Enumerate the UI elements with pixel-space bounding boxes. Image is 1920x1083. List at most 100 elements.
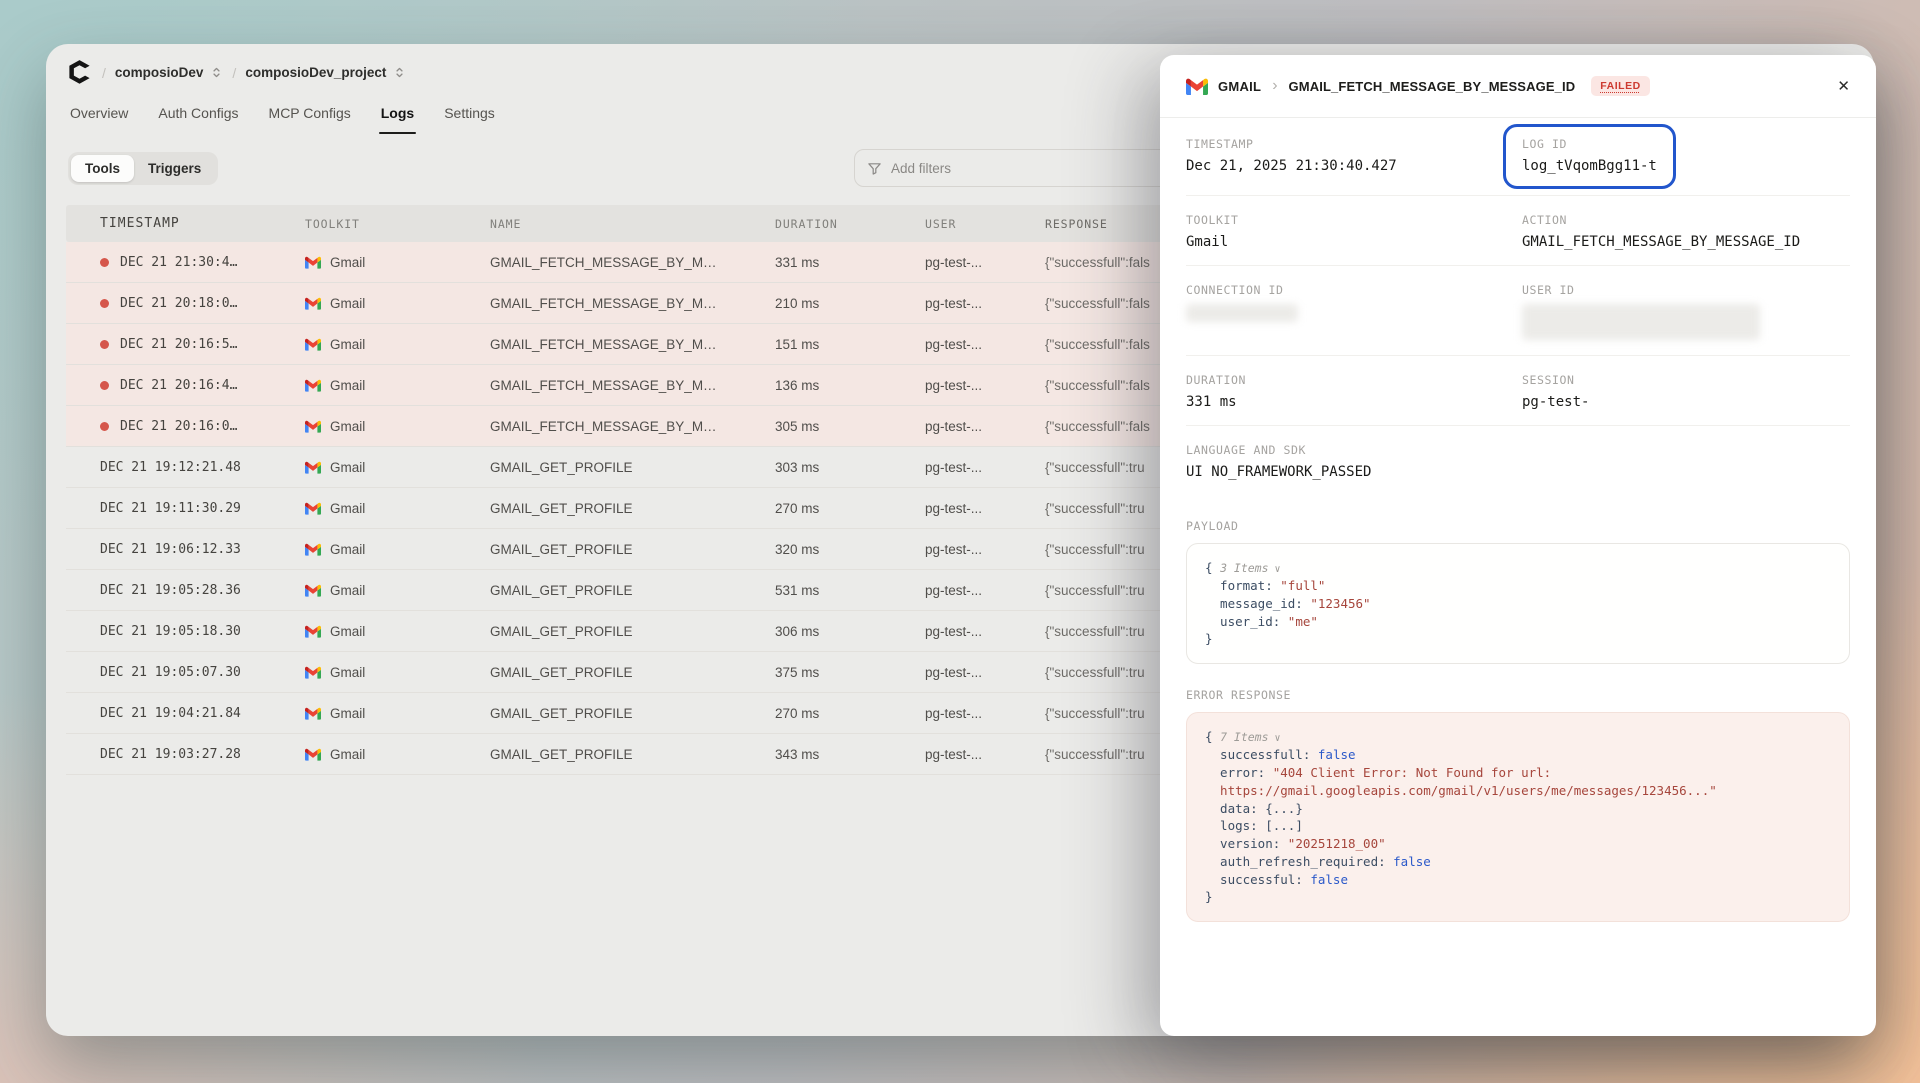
- field-value: log_tVqomBgg11-t: [1522, 158, 1657, 174]
- gmail-icon: [305, 707, 321, 720]
- code-line: }: [1205, 888, 1831, 906]
- chevron-updown-icon: [393, 66, 406, 79]
- column-header-name[interactable]: NAME: [490, 217, 775, 231]
- gmail-icon: [305, 379, 321, 392]
- cell-timestamp: DEC 21 19:04:21.84: [66, 706, 305, 721]
- cell-duration: 303 ms: [775, 460, 925, 475]
- cell-user: pg-test-...: [925, 624, 1045, 639]
- breadcrumb-separator: /: [232, 65, 236, 81]
- cell-toolkit: Gmail: [305, 624, 490, 639]
- field-label: LOG ID: [1522, 137, 1657, 151]
- gmail-icon: [305, 420, 321, 433]
- gmail-icon: [305, 748, 321, 761]
- cell-user: pg-test-...: [925, 665, 1045, 680]
- gmail-icon: [305, 543, 321, 556]
- field-value: GMAIL_FETCH_MESSAGE_BY_MESSAGE_ID: [1522, 234, 1850, 250]
- code-line: message_id: "123456": [1205, 595, 1831, 613]
- column-header-timestamp[interactable]: TIMESTAMP: [66, 216, 305, 231]
- column-header-toolkit[interactable]: TOOLKIT: [305, 217, 490, 231]
- field-duration: DURATION 331 ms: [1186, 373, 1522, 410]
- field-session: SESSION pg-test-: [1522, 373, 1850, 410]
- cell-timestamp: DEC 21 21:30:4…: [66, 255, 305, 270]
- project-selector[interactable]: composioDev_project: [245, 65, 406, 80]
- cell-timestamp: DEC 21 19:06:12.33: [66, 542, 305, 557]
- cell-name: GMAIL_GET_PROFILE: [490, 747, 775, 762]
- cell-user: pg-test-...: [925, 583, 1045, 598]
- field-log-id: LOG ID log_tVqomBgg11-t: [1522, 137, 1850, 180]
- column-header-duration[interactable]: DURATION: [775, 217, 925, 231]
- org-name: composioDev: [115, 65, 204, 80]
- cell-toolkit: Gmail: [305, 665, 490, 680]
- tab-settings[interactable]: Settings: [444, 105, 495, 134]
- close-icon[interactable]: ✕: [1837, 77, 1850, 95]
- cell-duration: 305 ms: [775, 419, 925, 434]
- tab-auth-configs[interactable]: Auth Configs: [158, 105, 238, 134]
- column-header-user[interactable]: USER: [925, 217, 1045, 231]
- tools-triggers-toggle: ToolsTriggers: [68, 152, 218, 185]
- tab-mcp-configs[interactable]: MCP Configs: [269, 105, 351, 134]
- field-connection-id: CONNECTION ID: [1186, 283, 1522, 340]
- code-line: logs: [...]: [1205, 817, 1831, 835]
- cell-name: GMAIL_GET_PROFILE: [490, 542, 775, 557]
- failed-dot-icon: [100, 381, 109, 390]
- tab-logs[interactable]: Logs: [381, 105, 414, 134]
- chevron-right-icon: ›: [1272, 78, 1277, 94]
- code-line: version: "20251218_00": [1205, 835, 1831, 853]
- payload-section-label: PAYLOAD: [1186, 519, 1850, 533]
- composio-logo-icon[interactable]: [66, 59, 93, 86]
- gmail-icon: [305, 666, 321, 679]
- chevron-updown-icon: [210, 66, 223, 79]
- cell-user: pg-test-...: [925, 460, 1045, 475]
- error-response-json-viewer[interactable]: { 7 Items ∨ successfull: false error: "4…: [1186, 712, 1850, 922]
- cell-toolkit: Gmail: [305, 706, 490, 721]
- code-line: successful: false: [1205, 871, 1831, 889]
- code-line: error: "404 Client Error: Not Found for …: [1205, 764, 1831, 782]
- cell-timestamp: DEC 21 19:05:07.30: [66, 665, 305, 680]
- field-timestamp: TIMESTAMP Dec 21, 2025 21:30:40.427: [1186, 137, 1522, 180]
- payload-json-viewer[interactable]: { 3 Items ∨ format: "full" message_id: "…: [1186, 543, 1850, 664]
- cell-user: pg-test-...: [925, 542, 1045, 557]
- panel-body: TIMESTAMP Dec 21, 2025 21:30:40.427 LOG …: [1160, 118, 1876, 922]
- org-selector[interactable]: composioDev: [115, 65, 224, 80]
- field-label: DURATION: [1186, 373, 1522, 387]
- cell-duration: 531 ms: [775, 583, 925, 598]
- code-line: { 7 Items ∨: [1205, 728, 1831, 746]
- field-label: TOOLKIT: [1186, 213, 1522, 227]
- gmail-icon: [1186, 78, 1208, 95]
- field-action: ACTION GMAIL_FETCH_MESSAGE_BY_MESSAGE_ID: [1522, 213, 1850, 250]
- cell-toolkit: Gmail: [305, 460, 490, 475]
- field-label: CONNECTION ID: [1186, 283, 1522, 297]
- breadcrumb-separator: /: [102, 65, 106, 81]
- gmail-icon: [305, 461, 321, 474]
- add-filters-placeholder: Add filters: [891, 161, 951, 176]
- tab-overview[interactable]: Overview: [70, 105, 128, 134]
- project-name: composioDev_project: [245, 65, 386, 80]
- code-line: successfull: false: [1205, 746, 1831, 764]
- field-value: pg-test-: [1522, 394, 1850, 410]
- field-toolkit: TOOLKIT Gmail: [1186, 213, 1522, 250]
- segment-triggers[interactable]: Triggers: [134, 155, 215, 182]
- field-row-duration-session: DURATION 331 ms SESSION pg-test-: [1186, 356, 1850, 426]
- log-id-highlight-box[interactable]: LOG ID log_tVqomBgg11-t: [1503, 124, 1676, 189]
- cell-duration: 270 ms: [775, 501, 925, 516]
- cell-name: GMAIL_FETCH_MESSAGE_BY_M…: [490, 419, 775, 434]
- panel-toolkit-name[interactable]: GMAIL: [1218, 79, 1261, 94]
- field-row-toolkit-action: TOOLKIT Gmail ACTION GMAIL_FETCH_MESSAGE…: [1186, 196, 1850, 266]
- cell-duration: 136 ms: [775, 378, 925, 393]
- segment-tools[interactable]: Tools: [71, 155, 134, 182]
- field-language-sdk: LANGUAGE AND SDK UI NO_FRAMEWORK_PASSED: [1186, 443, 1850, 480]
- cell-toolkit: Gmail: [305, 378, 490, 393]
- cell-toolkit: Gmail: [305, 255, 490, 270]
- cell-name: GMAIL_FETCH_MESSAGE_BY_M…: [490, 378, 775, 393]
- cell-timestamp: DEC 21 20:18:0…: [66, 296, 305, 311]
- cell-user: pg-test-...: [925, 337, 1045, 352]
- cell-name: GMAIL_GET_PROFILE: [490, 583, 775, 598]
- field-label: SESSION: [1522, 373, 1850, 387]
- field-value: Gmail: [1186, 234, 1522, 250]
- cell-toolkit: Gmail: [305, 419, 490, 434]
- gmail-icon: [305, 625, 321, 638]
- log-detail-panel: GMAIL › GMAIL_FETCH_MESSAGE_BY_MESSAGE_I…: [1160, 55, 1876, 1036]
- code-line: { 3 Items ∨: [1205, 559, 1831, 577]
- cell-timestamp: DEC 21 19:12:21.48: [66, 460, 305, 475]
- cell-toolkit: Gmail: [305, 501, 490, 516]
